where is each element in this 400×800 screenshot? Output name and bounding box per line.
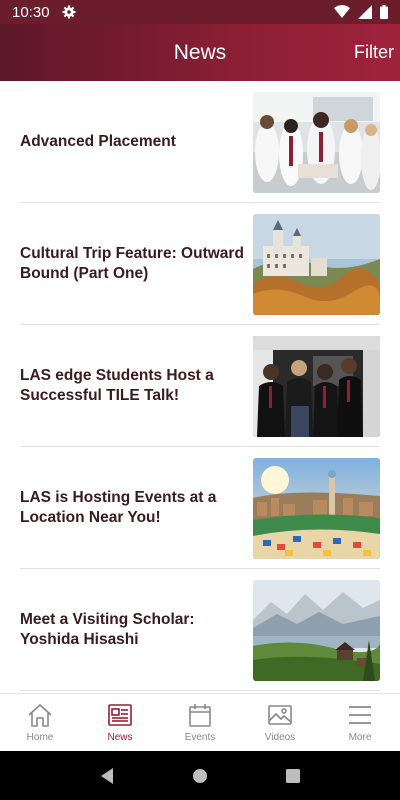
news-thumbnail bbox=[253, 458, 380, 559]
filter-button[interactable]: Filter bbox=[354, 24, 394, 81]
image-icon bbox=[268, 705, 292, 725]
news-headline: Cultural Trip Feature: Outward Bound (Pa… bbox=[20, 245, 244, 282]
news-list: Advanced Placement Cultural Trip Feature… bbox=[0, 81, 400, 693]
nav-events[interactable]: Events bbox=[160, 694, 240, 751]
home-circle-icon[interactable] bbox=[192, 768, 208, 784]
page-title: News bbox=[173, 40, 227, 64]
nav-label: Home bbox=[26, 732, 54, 743]
home-icon bbox=[28, 703, 52, 727]
news-headline: LAS is Hosting Events at a Location Near… bbox=[20, 489, 217, 526]
back-icon[interactable] bbox=[99, 767, 115, 785]
nav-label: Videos bbox=[264, 732, 296, 743]
news-headline: Advanced Placement bbox=[20, 133, 176, 150]
app-header: News Filter bbox=[0, 24, 400, 81]
recents-icon[interactable] bbox=[285, 768, 301, 784]
wifi-icon bbox=[334, 5, 350, 18]
nav-label: More bbox=[348, 732, 372, 743]
system-nav-bar bbox=[0, 751, 400, 800]
bottom-nav: Home News Events Videos More bbox=[0, 693, 400, 751]
news-headline: Meet a Visiting Scholar: Yoshida Hisashi bbox=[20, 611, 195, 648]
nav-videos[interactable]: Videos bbox=[240, 694, 320, 751]
nav-news[interactable]: News bbox=[80, 694, 160, 751]
nav-home[interactable]: Home bbox=[0, 694, 80, 751]
nav-label: News bbox=[107, 732, 133, 743]
news-thumbnail bbox=[253, 336, 380, 437]
status-time: 10:30 bbox=[12, 3, 50, 21]
news-thumbnail bbox=[253, 580, 380, 681]
status-bar: 10:30 bbox=[0, 0, 400, 24]
calendar-icon bbox=[189, 704, 211, 727]
news-item[interactable]: Meet a Visiting Scholar: Yoshida Hisashi bbox=[20, 569, 380, 691]
gear-icon bbox=[62, 5, 76, 19]
news-item[interactable]: LAS is Hosting Events at a Location Near… bbox=[20, 447, 380, 569]
nav-more[interactable]: More bbox=[320, 694, 400, 751]
news-headline: LAS edge Students Host a Successful TILE… bbox=[20, 367, 214, 404]
menu-icon bbox=[349, 706, 371, 724]
signal-icon bbox=[358, 5, 372, 19]
news-thumbnail bbox=[253, 214, 380, 315]
news-thumbnail bbox=[253, 92, 380, 193]
battery-icon bbox=[380, 5, 388, 19]
news-icon bbox=[108, 704, 132, 726]
news-item[interactable]: LAS edge Students Host a Successful TILE… bbox=[20, 325, 380, 447]
news-item[interactable]: Advanced Placement bbox=[20, 81, 380, 203]
news-item[interactable]: Cultural Trip Feature: Outward Bound (Pa… bbox=[20, 203, 380, 325]
nav-label: Events bbox=[184, 732, 216, 743]
